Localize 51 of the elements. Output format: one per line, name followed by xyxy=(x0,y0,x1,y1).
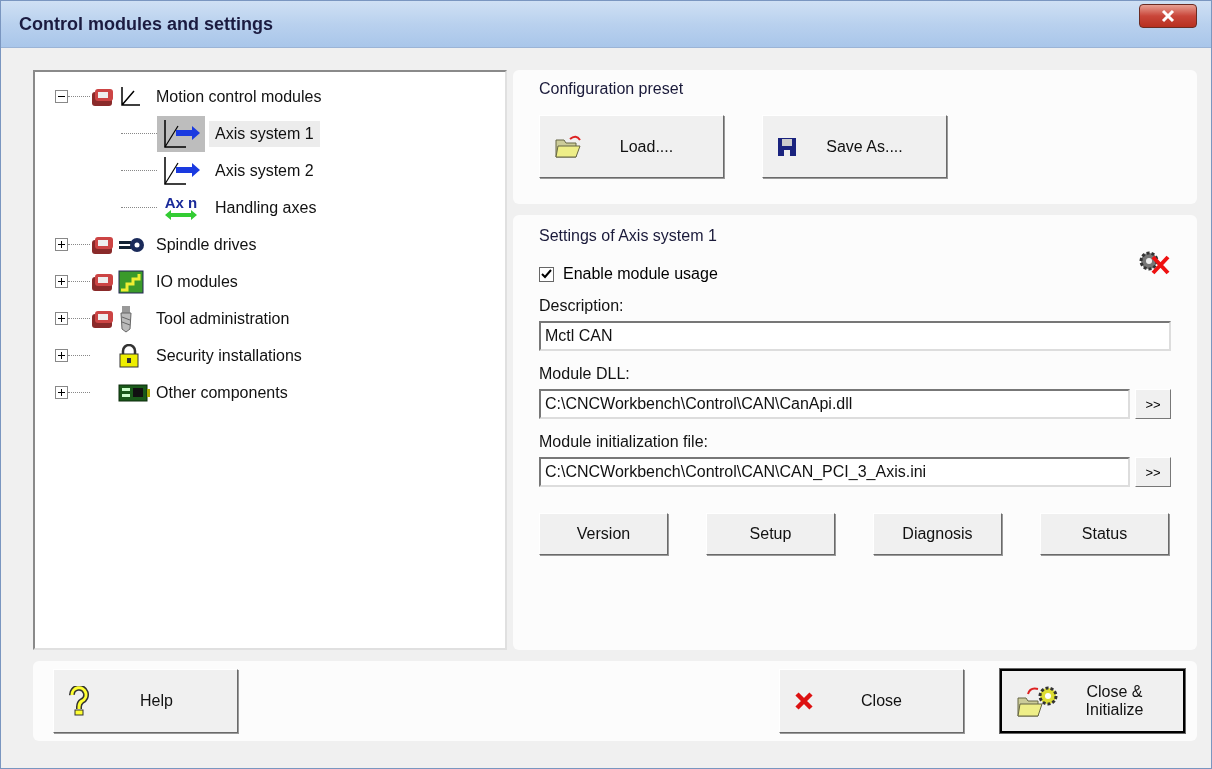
close-icon xyxy=(1160,9,1176,23)
tree-item[interactable]: Spindle drives xyxy=(150,231,263,258)
load-button[interactable]: Load.... xyxy=(539,115,724,178)
question-mark-icon xyxy=(68,686,90,716)
help-button[interactable]: Help xyxy=(53,669,238,733)
expand-icon[interactable] xyxy=(55,386,68,399)
expand-icon[interactable] xyxy=(55,275,68,288)
tree-item[interactable]: Tool administration xyxy=(150,305,296,332)
section-heading: Settings of Axis system 1 xyxy=(539,227,717,245)
tree-item[interactable]: Axis system 2 xyxy=(209,157,320,184)
action-button[interactable]: Setup xyxy=(706,513,835,555)
gear-cross-icon xyxy=(1137,249,1171,275)
text-field[interactable]: C:\CNCWorkbench\Control\CAN\CAN_PCI_3_Axis.ini xyxy=(539,457,1130,487)
padlock-icon xyxy=(118,343,140,368)
drill-bit-icon xyxy=(118,304,134,333)
tree-item[interactable]: Handling axes xyxy=(209,194,323,221)
enable-checkbox[interactable]: Enable module usage xyxy=(539,265,1171,283)
action-button[interactable]: Diagnosis xyxy=(873,513,1002,555)
action-button[interactable]: Status xyxy=(1040,513,1169,555)
text-field[interactable]: Mctl CAN xyxy=(539,321,1171,351)
text-field[interactable]: C:\CNCWorkbench\Control\CAN\CanApi.dll xyxy=(539,389,1130,419)
expand-icon[interactable] xyxy=(55,312,68,325)
section-heading: Configuration preset xyxy=(539,80,685,98)
close-button[interactable] xyxy=(1139,4,1197,28)
save-as-button[interactable]: Save As.... xyxy=(762,115,947,178)
tree-item[interactable]: Axis system 1 xyxy=(209,120,320,147)
checkbox-label: Enable module usage xyxy=(563,265,718,283)
field-label: Description: xyxy=(539,297,625,315)
checkbox[interactable] xyxy=(539,266,554,282)
tree-item[interactable]: Security installations xyxy=(150,342,308,369)
field-label: Module DLL: xyxy=(539,365,631,383)
collapse-icon[interactable] xyxy=(55,90,68,103)
chart-icon xyxy=(118,269,144,294)
browse-button[interactable]: >> xyxy=(1135,457,1171,487)
tree-item[interactable]: Other components xyxy=(150,379,294,406)
action-button[interactable]: Version xyxy=(539,513,668,555)
axes-icon xyxy=(118,84,142,109)
field-label: Module initialization file: xyxy=(539,433,709,451)
expand-icon[interactable] xyxy=(55,238,68,251)
expand-icon[interactable] xyxy=(55,349,68,362)
close-dialog-button[interactable]: Close xyxy=(779,669,964,733)
spindle-icon xyxy=(118,235,146,254)
folder-gear-icon xyxy=(1016,684,1060,718)
browse-button[interactable]: >> xyxy=(1135,389,1171,419)
tree-item[interactable]: IO modules xyxy=(150,268,244,295)
window-title: Control modules and settings xyxy=(19,13,274,35)
circuit-board-icon xyxy=(118,382,150,403)
tree-item[interactable]: Motion control modules xyxy=(150,83,328,110)
cross-icon xyxy=(794,691,814,711)
close-initialize-button[interactable]: Close & Initialize xyxy=(1000,669,1185,733)
folder-icon xyxy=(554,133,584,160)
